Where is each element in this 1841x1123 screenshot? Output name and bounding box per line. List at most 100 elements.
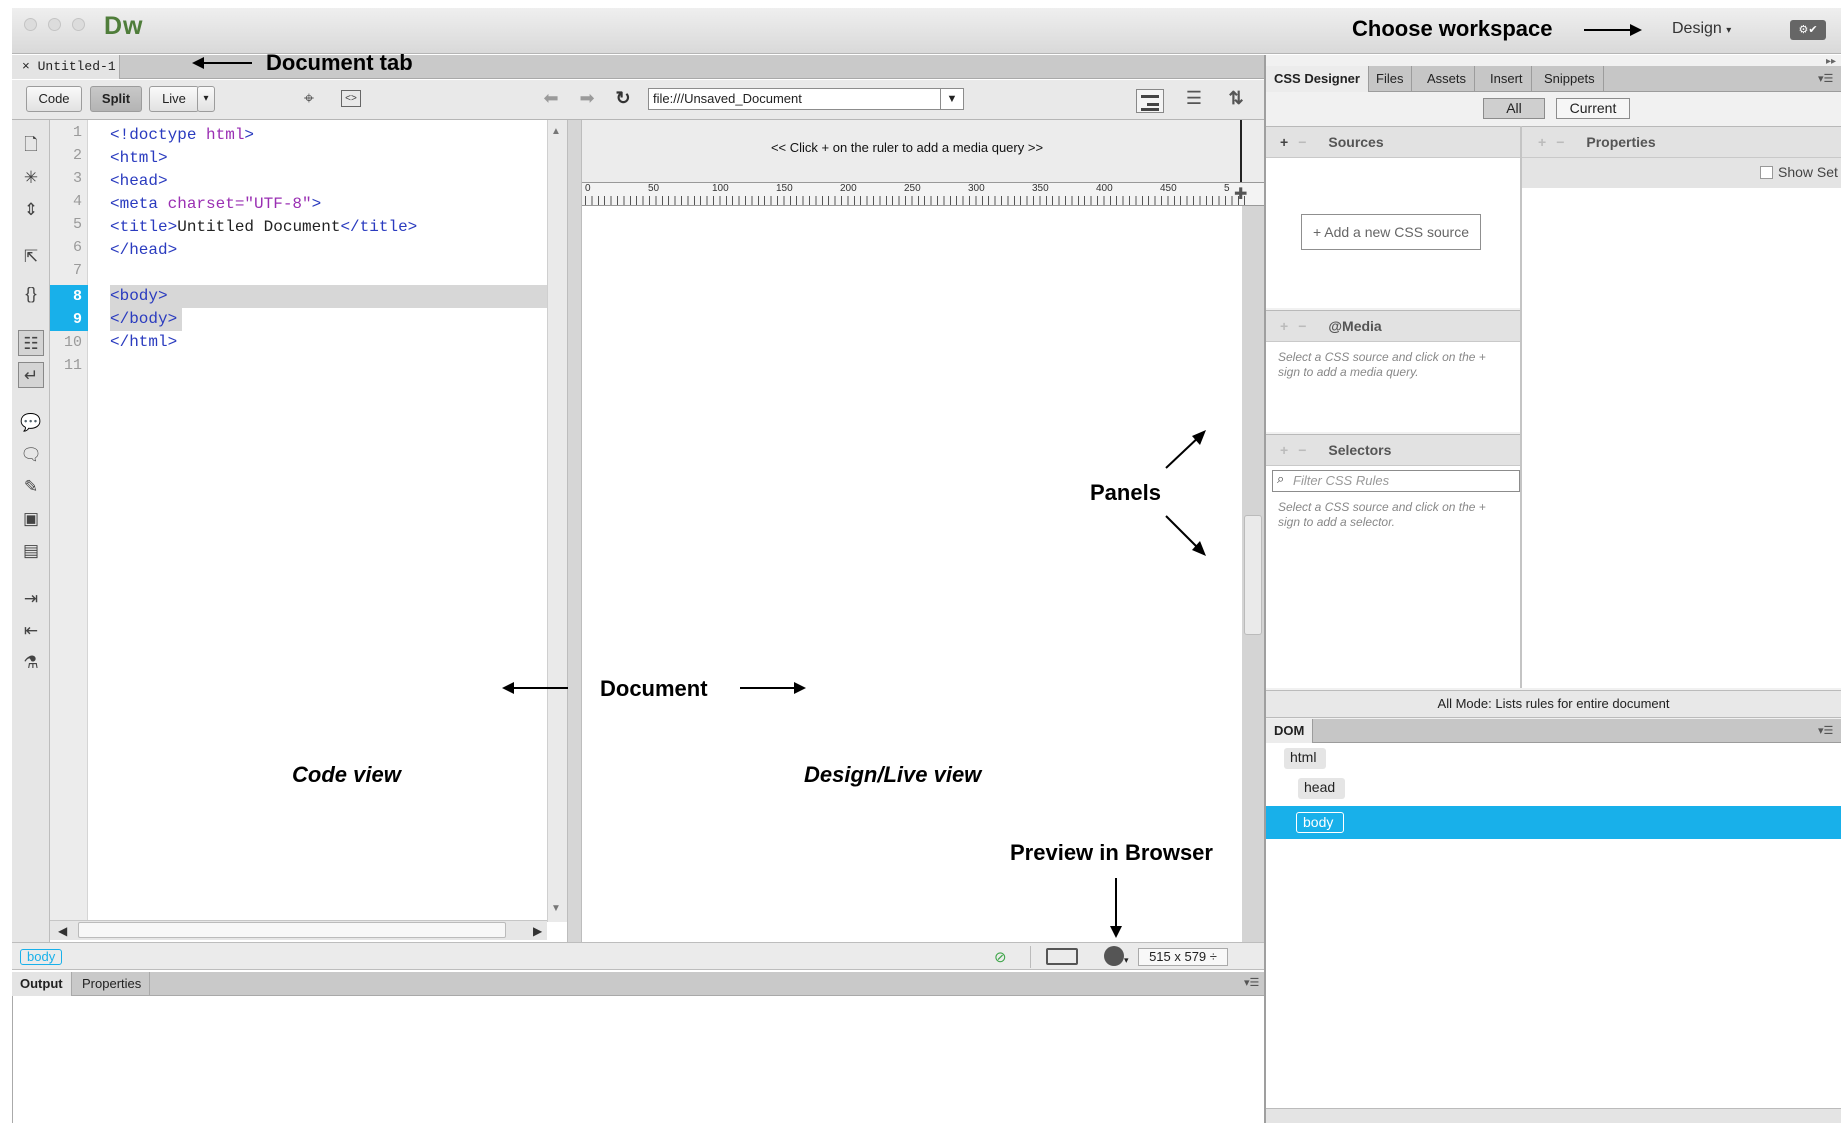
code-line[interactable]: <!doctype html> (110, 124, 254, 147)
close-icon[interactable]: × (22, 59, 30, 74)
ruler-label: 300 (968, 183, 985, 194)
add-css-source-button[interactable]: + Add a new CSS source (1301, 214, 1481, 250)
search-icon: ⌕ (1277, 471, 1285, 486)
split-divider[interactable] (567, 120, 582, 942)
split-view-button[interactable]: Split (90, 86, 142, 112)
code-line[interactable]: <body> (110, 285, 168, 308)
remove-comment-icon[interactable]: 🗨 (18, 442, 44, 468)
code-line[interactable]: </html> (110, 331, 177, 354)
tab-properties[interactable]: Properties (74, 972, 151, 996)
minimize-window-button[interactable] (48, 18, 61, 31)
workspace-switcher[interactable]: Design ▾ (1672, 20, 1731, 38)
dom-node-body[interactable]: body (1296, 812, 1345, 833)
dom-panel-tabs (1266, 719, 1841, 743)
tag-selector[interactable]: body (20, 949, 63, 965)
apply-comment-icon[interactable]: 💬 (18, 410, 44, 436)
code-view-button[interactable]: Code (26, 86, 82, 112)
tab-output[interactable]: Output (12, 972, 72, 996)
add-media-query-icon[interactable]: ✚ (1234, 184, 1247, 204)
tab-insert[interactable]: Insert (1482, 66, 1532, 92)
code-navigator-icon[interactable]: <> (341, 90, 361, 107)
status-divider (1030, 946, 1031, 968)
panel-menu-icon[interactable]: ▾☰ (1244, 976, 1259, 989)
tab-dom[interactable]: DOM (1266, 719, 1314, 743)
title-bar (12, 8, 1841, 54)
live-view-button[interactable]: Live (149, 86, 199, 112)
select-parent-tag-icon[interactable]: ⇱ (18, 244, 44, 270)
annotation-design-live-view: Design/Live view (804, 762, 982, 787)
close-window-button[interactable] (24, 18, 37, 31)
scroll-down-icon[interactable]: ▼ (551, 903, 561, 914)
line-number: 5 (72, 216, 82, 233)
panel-menu-icon[interactable]: ▾☰ (1818, 72, 1833, 85)
code-line[interactable]: </body> (110, 308, 177, 331)
dom-node-head[interactable]: head (1298, 778, 1346, 799)
scroll-right-icon[interactable]: ▶ (533, 924, 542, 938)
tab-assets[interactable]: Assets (1419, 66, 1476, 92)
move-css-icon[interactable]: ▤ (18, 538, 44, 564)
page-options-icon[interactable]: ☰ (1180, 87, 1208, 109)
wrap-tag-icon[interactable]: ✎ (18, 474, 44, 500)
window-size-select[interactable]: 515 x 579 ÷ (1138, 948, 1228, 966)
visual-aids-icon[interactable] (1136, 89, 1164, 113)
live-view-options-button[interactable]: ▾ (197, 86, 215, 112)
annotation-document-tab: Document tab (266, 50, 413, 75)
line-number-selected: 9 (50, 308, 88, 331)
code-line[interactable]: <title>Untitled Document</title> (110, 216, 417, 239)
word-wrap-icon[interactable]: ↵ (18, 362, 44, 388)
arrow-left-icon (192, 57, 252, 69)
sort-icon[interactable]: ⇅ (1222, 87, 1250, 109)
balance-braces-icon[interactable]: {} (18, 281, 44, 307)
outdent-icon[interactable]: ⇤ (18, 618, 44, 644)
format-source-icon[interactable]: ⚗ (18, 650, 44, 676)
arrow-right-icon (1584, 24, 1642, 36)
tab-css-designer[interactable]: CSS Designer (1266, 66, 1369, 92)
code-line[interactable]: <html> (110, 147, 168, 170)
preview-in-browser-icon[interactable] (1104, 946, 1124, 966)
remove-icon: − (1298, 442, 1307, 458)
selectors-header: + − Selectors (1266, 434, 1520, 466)
scroll-up-icon[interactable]: ▲ (551, 126, 561, 137)
line-number: 6 (72, 239, 82, 256)
filter-all-button[interactable]: All (1483, 98, 1545, 119)
code-scroll-thumb[interactable] (78, 922, 506, 938)
line-number: 4 (72, 193, 82, 210)
show-set-checkbox[interactable] (1760, 166, 1773, 179)
filter-css-rules-input[interactable]: Filter CSS Rules (1272, 470, 1520, 492)
code-line[interactable]: <meta charset="UTF-8"> (110, 193, 321, 216)
inspect-icon[interactable]: ⌖ (296, 87, 322, 109)
document-tab[interactable]: × Untitled-1 (12, 55, 120, 79)
refresh-icon[interactable]: ↻ (612, 87, 634, 109)
back-arrow-icon[interactable]: ⬅ (540, 87, 562, 109)
dom-horizontal-scrollbar[interactable] (1266, 1108, 1841, 1123)
expand-all-icon[interactable]: ✳ (18, 165, 44, 191)
address-dropdown-icon[interactable]: ▼ (940, 89, 963, 109)
media-query-hint: << Click + on the ruler to add a media q… (770, 140, 1044, 155)
indent-icon[interactable]: ⇥ (18, 586, 44, 612)
code-vertical-scrollbar[interactable] (547, 120, 567, 922)
device-preview-icon[interactable] (1046, 948, 1078, 965)
ruler-label: 150 (776, 183, 793, 194)
tab-files[interactable]: Files (1368, 66, 1413, 92)
forward-arrow-icon[interactable]: ➡ (576, 87, 598, 109)
scroll-left-icon[interactable]: ◀ (58, 924, 67, 938)
code-line[interactable]: <head> (110, 170, 168, 193)
all-mode-status: All Mode: Lists rules for entire documen… (1266, 690, 1841, 718)
address-field[interactable]: file:///Unsaved_Document (648, 88, 964, 110)
filter-current-button[interactable]: Current (1556, 98, 1630, 119)
gear-icon[interactable]: ⚙✔ (1790, 20, 1826, 40)
collapse-icon[interactable]: ⇕ (18, 197, 44, 223)
ruler-label: 250 (904, 183, 921, 194)
open-documents-icon[interactable]: 🗋 (18, 132, 44, 158)
zoom-window-button[interactable] (72, 18, 85, 31)
properties-header: + − Properties (1522, 126, 1841, 158)
code-line[interactable]: </head> (110, 239, 177, 262)
recent-snippets-icon[interactable]: ▣ (18, 506, 44, 532)
panel-menu-icon[interactable]: ▾☰ (1818, 724, 1833, 737)
tab-snippets[interactable]: Snippets (1536, 66, 1604, 92)
line-numbers-icon[interactable]: ☷ (18, 330, 44, 356)
dom-node-html[interactable]: html (1284, 748, 1327, 769)
dom-selected-row (1266, 806, 1841, 839)
design-resize-handle[interactable] (1244, 515, 1262, 635)
properties-list (1522, 188, 1841, 688)
